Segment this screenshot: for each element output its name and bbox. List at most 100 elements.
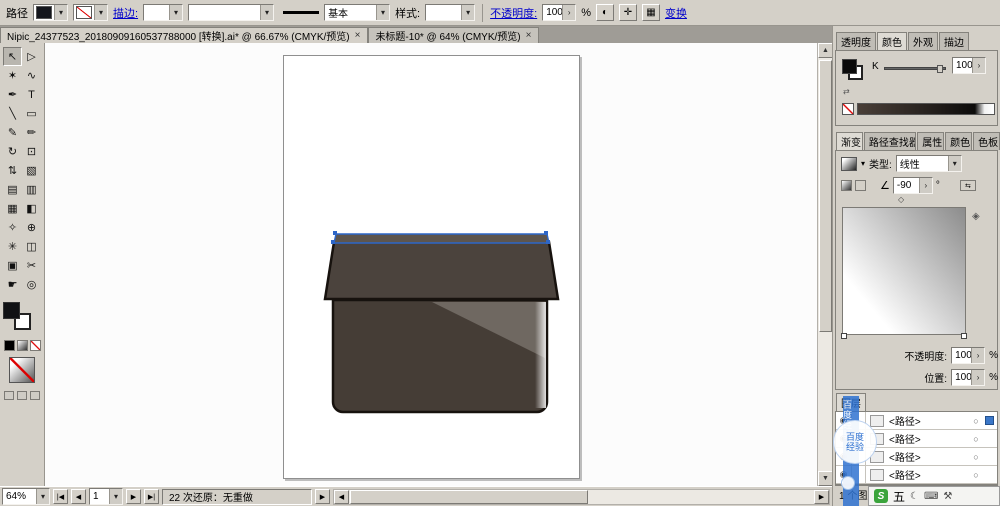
perspective-grid-tool[interactable]: ▥ <box>22 180 41 199</box>
target-circle-icon[interactable]: ○ <box>969 470 983 480</box>
column-graph-tool[interactable]: ◫ <box>22 237 41 256</box>
swap-fill-stroke-icon[interactable]: ⇄ <box>843 87 850 96</box>
tab-transparency[interactable]: 透明度 <box>836 32 876 50</box>
ime-logo[interactable]: S <box>874 489 888 503</box>
mesh-tool[interactable]: ▦ <box>3 199 22 218</box>
color-mode-button[interactable] <box>3 340 15 351</box>
gradient-mode-button[interactable] <box>16 340 28 351</box>
fill-indicator[interactable] <box>3 302 20 319</box>
tab-color-2[interactable]: 颜色 <box>945 132 973 150</box>
transform-link[interactable]: 变换 <box>665 5 687 21</box>
tab-pathfinder[interactable]: 路径查找器 <box>863 132 917 150</box>
close-icon[interactable]: × <box>525 30 533 41</box>
gradient-swatch[interactable] <box>9 357 35 383</box>
hand-tool[interactable]: ☛ <box>3 275 22 294</box>
free-transform-tool[interactable]: ▧ <box>22 161 41 180</box>
target-circle-icon[interactable]: ○ <box>969 416 983 426</box>
gradient-location-input[interactable]: 100 › <box>951 369 986 386</box>
tab-stroke[interactable]: 描边 <box>939 32 969 50</box>
type-tool[interactable]: T <box>22 85 41 104</box>
scroll-right-icon[interactable]: ▶ <box>814 489 829 504</box>
recolor-artwork-button[interactable]: ◐ <box>595 4 614 21</box>
selection-indicator[interactable] <box>985 434 994 443</box>
reverse-gradient-icon[interactable]: ⇆ <box>959 180 976 191</box>
rectangle-tool[interactable]: ▭ <box>22 104 41 123</box>
canvas-area[interactable]: ▲ ▼ <box>45 43 832 486</box>
zoom-tool[interactable]: ◎ <box>22 275 41 294</box>
document-tab-1[interactable]: Nipic_24377523_20180909160537788000 [转换]… <box>0 27 369 43</box>
previous-artboard-button[interactable]: ◀ <box>71 489 86 504</box>
k-slider[interactable] <box>884 65 946 73</box>
artboard-tool[interactable]: ▣ <box>3 256 22 275</box>
zoom-dropdown[interactable]: 64% ▾ <box>2 488 50 505</box>
gradient-opacity-input[interactable]: 100 › <box>951 347 986 364</box>
gradient-fill-button[interactable] <box>841 180 852 191</box>
opacity-link[interactable]: 不透明度: <box>490 5 537 21</box>
gradient-preview-swatch[interactable] <box>841 156 857 171</box>
variable-width-profile-dropdown[interactable]: ▾ <box>188 4 275 21</box>
eyedropper-tool[interactable]: ✧ <box>3 218 22 237</box>
horizontal-scroll-thumb[interactable] <box>350 489 588 504</box>
fill-color-dropdown[interactable]: ▾ <box>33 4 68 21</box>
ime-mode-wubi[interactable]: 五 <box>893 488 905 505</box>
status-menu-icon[interactable]: ▶ <box>315 489 330 504</box>
gradient-stop-end[interactable] <box>961 333 967 339</box>
pencil-tool[interactable]: ✏ <box>22 123 41 142</box>
gradient-angle-input[interactable]: -90 › <box>892 177 933 194</box>
k-value-input[interactable]: 100 › <box>952 57 986 74</box>
fullscreen-menu-mode-button[interactable] <box>17 391 27 400</box>
lasso-tool[interactable]: ∿ <box>22 66 41 85</box>
shape-builder-tool[interactable]: ▤ <box>3 180 22 199</box>
artboard-number-dropdown[interactable]: 1 ▾ <box>89 488 123 505</box>
first-artboard-button[interactable]: |◀ <box>53 489 68 504</box>
stroke-color-dropdown[interactable]: ▾ <box>73 4 108 21</box>
scroll-up-icon[interactable]: ▲ <box>818 43 832 58</box>
tools-icon[interactable]: ⚒ <box>943 491 952 502</box>
gradient-ramp-preview[interactable] <box>841 207 967 339</box>
pen-tool[interactable]: ✒ <box>3 85 22 104</box>
document-tab-2[interactable]: 未标题-10* @ 64% (CMYK/预览) × <box>368 27 540 43</box>
symbol-sprayer-tool[interactable]: ✳ <box>3 237 22 256</box>
selection-indicator[interactable] <box>985 470 994 479</box>
isolate-mode-button[interactable]: ▦ <box>641 4 660 21</box>
align-button[interactable]: ✛ <box>618 4 637 21</box>
scroll-down-icon[interactable]: ▼ <box>818 471 832 486</box>
slice-tool[interactable]: ✂ <box>22 256 41 275</box>
normal-screen-mode-button[interactable] <box>4 391 14 400</box>
last-artboard-button[interactable]: ▶| <box>144 489 159 504</box>
tab-color[interactable]: 颜色 <box>877 32 907 50</box>
width-tool[interactable]: ⇅ <box>3 161 22 180</box>
artboard[interactable] <box>283 55 580 479</box>
gradient-stop-start[interactable] <box>841 333 847 339</box>
stroke-weight-dropdown[interactable]: ▾ <box>143 4 184 21</box>
fill-indicator[interactable] <box>842 59 857 74</box>
selection-indicator[interactable] <box>985 416 994 425</box>
gradient-stroke-button[interactable] <box>855 180 866 191</box>
fullscreen-mode-button[interactable] <box>30 391 40 400</box>
rotate-tool[interactable]: ↻ <box>3 142 22 161</box>
keyboard-icon[interactable]: ⌨ <box>924 491 938 502</box>
tab-attributes[interactable]: 属性 <box>917 132 945 150</box>
selection-indicator[interactable] <box>985 452 994 461</box>
chevron-down-icon[interactable]: ▾ <box>861 159 865 168</box>
opacity-input[interactable]: 100 › <box>542 4 577 21</box>
blend-tool[interactable]: ⊕ <box>22 218 41 237</box>
k-slider-handle[interactable] <box>937 65 943 73</box>
brush-definition-dropdown[interactable]: 基本 ▾ <box>324 4 391 21</box>
gradient-annotator-icon[interactable]: ◈ <box>972 211 980 222</box>
color-spectrum-ramp[interactable] <box>857 103 995 115</box>
direct-selection-tool[interactable]: ▷ <box>22 47 41 66</box>
scroll-left-icon[interactable]: ◀ <box>334 489 349 504</box>
tab-appearance[interactable]: 外观 <box>908 32 938 50</box>
horizontal-scrollbar[interactable]: ◀ ▶ <box>333 488 830 505</box>
target-circle-icon[interactable]: ○ <box>969 452 983 462</box>
tab-swatches[interactable]: 色板 <box>973 132 1000 150</box>
moon-icon[interactable]: ☾ <box>910 491 919 502</box>
selection-tool[interactable]: ↖ <box>3 47 22 66</box>
none-mode-button[interactable] <box>29 340 41 351</box>
next-artboard-button[interactable]: ▶ <box>126 489 141 504</box>
gradient-type-dropdown[interactable]: 线性 ▾ <box>895 155 962 172</box>
scale-tool[interactable]: ⊡ <box>22 142 41 161</box>
vertical-scroll-thumb[interactable] <box>819 60 832 332</box>
layer-row[interactable]: ◉ <路径> ○ <box>836 466 997 484</box>
